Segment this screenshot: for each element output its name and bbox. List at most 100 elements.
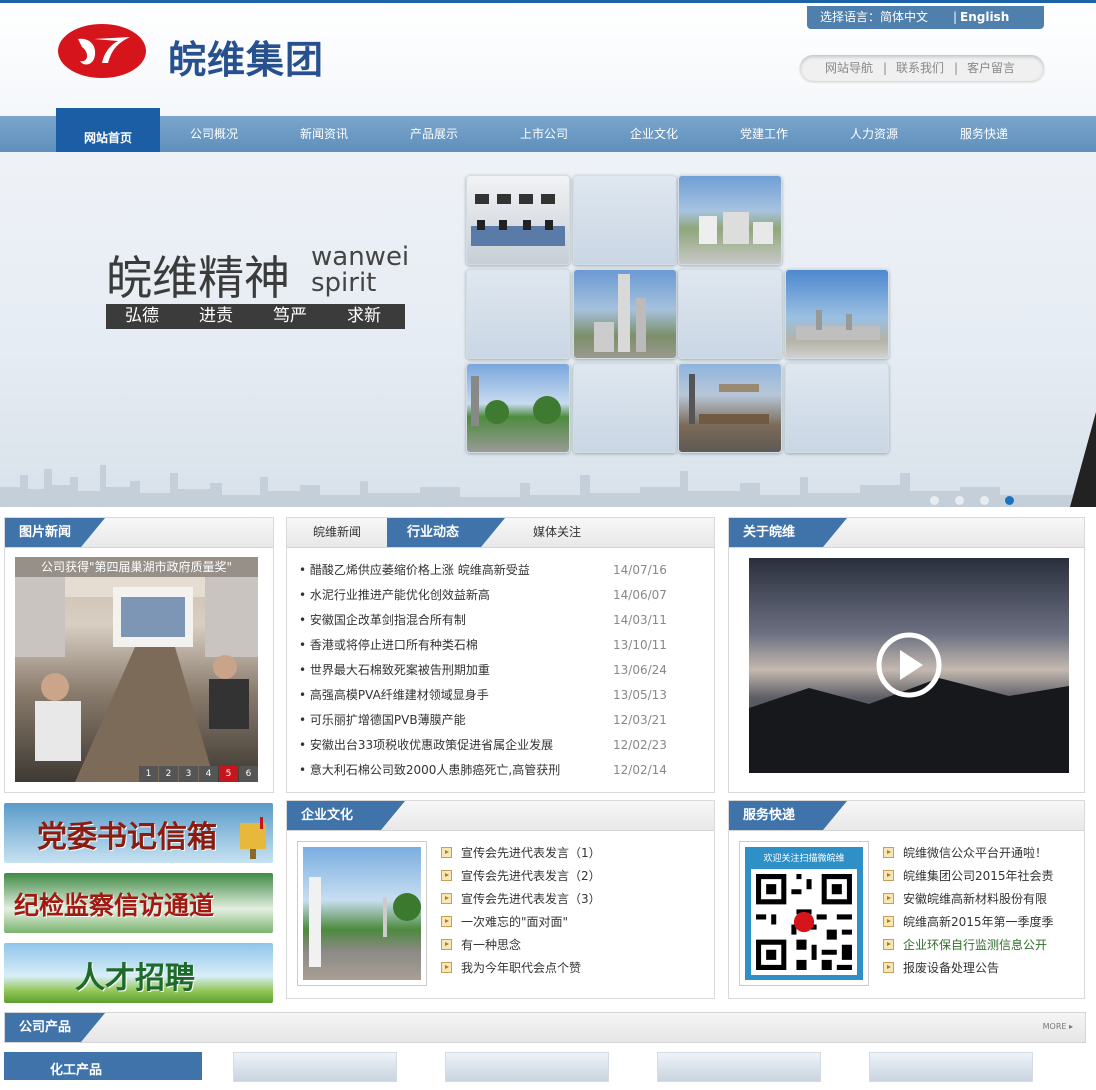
panel-title: 关于皖维	[729, 518, 847, 547]
news-item[interactable]: • 香港或将停止进口所有种类石棉 13/10/11	[299, 633, 669, 658]
nav-home[interactable]: 网站首页	[56, 108, 160, 155]
service-item[interactable]: 企业环保自行监测信息公开	[883, 934, 1047, 957]
culture-item-label[interactable]: 宣传会先进代表发言（1）	[461, 846, 601, 860]
news-title[interactable]: • 安徽出台33项税收优惠政策促进省属企业发展	[299, 733, 553, 758]
photo-tile-campus	[466, 363, 570, 453]
recruitment-banner[interactable]: 人才招聘	[4, 943, 273, 1003]
nav-hr[interactable]: 人力资源	[822, 116, 926, 152]
culture-item[interactable]: 宣传会先进代表发言（1）	[441, 842, 601, 865]
hero-banner[interactable]: 皖维精神 wanwei spirit 弘德 进责 笃严 求新	[0, 152, 1096, 507]
culture-item-label[interactable]: 我为今年职代会点个赞	[461, 961, 581, 975]
culture-image[interactable]	[303, 847, 421, 980]
more-link[interactable]: MORE ▸	[1043, 1022, 1073, 1031]
culture-item[interactable]: 宣传会先进代表发言（2）	[441, 865, 601, 888]
news-date: 12/02/14	[613, 763, 667, 777]
banner-dot-active[interactable]	[1005, 496, 1014, 505]
party-secretary-mailbox-banner[interactable]: 党委书记信箱	[4, 803, 273, 863]
service-item-label[interactable]: 皖维微信公众平台开通啦！	[903, 846, 1047, 860]
about-video[interactable]	[749, 558, 1069, 773]
nav-party-work[interactable]: 党建工作	[712, 116, 816, 152]
culture-item[interactable]: 我为今年职代会点个赞	[441, 957, 581, 980]
news-item[interactable]: • 高强高模PVA纤维建材领域显身手 13/05/13	[299, 683, 669, 708]
service-item[interactable]: 皖维微信公众平台开通啦！	[883, 842, 1047, 865]
photo-news-caption[interactable]: 公司获得"第四届巢湖市政府质量奖"	[15, 557, 258, 577]
banner-value: 求新	[347, 306, 381, 326]
service-item[interactable]: 报废设备处理公告	[883, 957, 999, 980]
service-item[interactable]: 皖维高新2015年第一季度季	[883, 911, 1054, 934]
product-thumbnail[interactable]	[233, 1052, 397, 1082]
english-link[interactable]: English	[960, 6, 1009, 29]
arrow-bullet-icon	[883, 893, 894, 904]
culture-image-frame[interactable]	[297, 841, 427, 986]
quick-links-bar: 网站导航 | 联系我们 | 客户留言	[800, 55, 1044, 81]
news-title[interactable]: • 醋酸乙烯供应萎缩价格上涨 皖维高新受益	[299, 558, 530, 583]
pager-item[interactable]: 1	[139, 766, 158, 782]
service-item-label[interactable]: 企业环保自行监测信息公开	[903, 938, 1047, 952]
culture-item-label[interactable]: 有一种思念	[461, 938, 521, 952]
service-item[interactable]: 安徽皖维高新材料股份有限	[883, 888, 1047, 911]
tab-wanwei-news[interactable]: 皖维新闻	[313, 518, 361, 547]
news-item[interactable]: • 可乐丽扩增德国PVB薄膜产能 12/03/21	[299, 708, 669, 733]
news-title[interactable]: • 意大利石棉公司致2000人患肺癌死亡,高管获刑	[299, 758, 560, 783]
banner-label[interactable]: 党委书记信箱	[37, 812, 217, 856]
service-item-label[interactable]: 报废设备处理公告	[903, 961, 999, 975]
banner-label[interactable]: 纪检监察信访通道	[14, 886, 214, 922]
nav-news[interactable]: 新闻资讯	[272, 116, 376, 152]
language-separator: |	[953, 10, 958, 24]
banner-dot[interactable]	[980, 496, 989, 505]
photo-news-image[interactable]: 公司获得"第四届巢湖市政府质量奖" 1 2 3 4 5 6	[15, 557, 258, 782]
pager-item[interactable]: 2	[159, 766, 178, 782]
service-item-label[interactable]: 皖维高新2015年第一季度季	[903, 915, 1054, 929]
product-thumbnail[interactable]	[869, 1052, 1033, 1082]
culture-item-label[interactable]: 宣传会先进代表发言（3）	[461, 892, 601, 906]
culture-item-label[interactable]: 一次难忘的"面对面"	[461, 915, 568, 929]
news-title[interactable]: • 高强高模PVA纤维建材领域显身手	[299, 683, 489, 708]
panel-title: 服务快递	[729, 801, 847, 830]
culture-item[interactable]: 一次难忘的"面对面"	[441, 911, 568, 934]
pager-item[interactable]: 3	[179, 766, 198, 782]
arrow-bullet-icon	[883, 962, 894, 973]
news-title[interactable]: • 水泥行业推进产能优化创效益新高	[299, 583, 490, 608]
product-category-tab[interactable]: 化工产品	[4, 1052, 202, 1080]
guestbook-link[interactable]: 客户留言	[967, 55, 1015, 81]
news-item[interactable]: • 安徽国企改革剑指混合所有制 14/03/11	[299, 608, 669, 633]
nav-company-overview[interactable]: 公司概况	[162, 116, 266, 152]
news-date: 13/06/24	[613, 663, 667, 677]
logo-wordmark[interactable]: 皖维集团	[168, 29, 324, 84]
tab-media[interactable]: 媒体关注	[533, 518, 581, 547]
news-item[interactable]: • 意大利石棉公司致2000人患肺癌死亡,高管获刑 12/02/14	[299, 758, 669, 783]
news-item[interactable]: • 水泥行业推进产能优化创效益新高 14/06/07	[299, 583, 669, 608]
product-thumbnail[interactable]	[445, 1052, 609, 1082]
culture-item[interactable]: 宣传会先进代表发言（3）	[441, 888, 601, 911]
product-thumbnail[interactable]	[657, 1052, 821, 1082]
products-header: 公司产品 MORE ▸	[4, 1012, 1086, 1043]
nav-service[interactable]: 服务快递	[932, 116, 1036, 152]
culture-item[interactable]: 有一种思念	[441, 934, 521, 957]
contact-link[interactable]: 联系我们	[896, 55, 944, 81]
nav-products[interactable]: 产品展示	[382, 116, 486, 152]
logo-icon[interactable]	[58, 23, 146, 79]
pager-item-active[interactable]: 5	[219, 766, 238, 782]
news-title[interactable]: • 香港或将停止进口所有种类石棉	[299, 633, 478, 658]
service-item-label[interactable]: 皖维集团公司2015年社会责	[903, 869, 1054, 883]
pager-item[interactable]: 6	[239, 766, 258, 782]
banner-dot[interactable]	[930, 496, 939, 505]
news-item[interactable]: • 世界最大石棉致死案被告刑期加重 13/06/24	[299, 658, 669, 683]
news-title[interactable]: • 世界最大石棉致死案被告刑期加重	[299, 658, 490, 683]
language-label[interactable]: 选择语言：简体中文	[820, 6, 928, 29]
news-title[interactable]: • 安徽国企改革剑指混合所有制	[299, 608, 466, 633]
pager-item[interactable]: 4	[199, 766, 218, 782]
banner-label[interactable]: 人才招聘	[75, 953, 195, 997]
nav-culture[interactable]: 企业文化	[602, 116, 706, 152]
news-item[interactable]: • 安徽出台33项税收优惠政策促进省属企业发展 12/02/23	[299, 733, 669, 758]
service-item[interactable]: 皖维集团公司2015年社会责	[883, 865, 1054, 888]
news-item[interactable]: • 醋酸乙烯供应萎缩价格上涨 皖维高新受益 14/07/16	[299, 558, 669, 583]
tab-industry-news[interactable]: 行业动态	[387, 518, 505, 547]
service-item-label[interactable]: 安徽皖维高新材料股份有限	[903, 892, 1047, 906]
nav-listed-company[interactable]: 上市公司	[492, 116, 596, 152]
news-title[interactable]: • 可乐丽扩增德国PVB薄膜产能	[299, 708, 466, 733]
site-map-link[interactable]: 网站导航	[825, 55, 873, 81]
banner-dot[interactable]	[955, 496, 964, 505]
culture-item-label[interactable]: 宣传会先进代表发言（2）	[461, 869, 601, 883]
discipline-inspection-banner[interactable]: 纪检监察信访通道	[4, 873, 273, 933]
